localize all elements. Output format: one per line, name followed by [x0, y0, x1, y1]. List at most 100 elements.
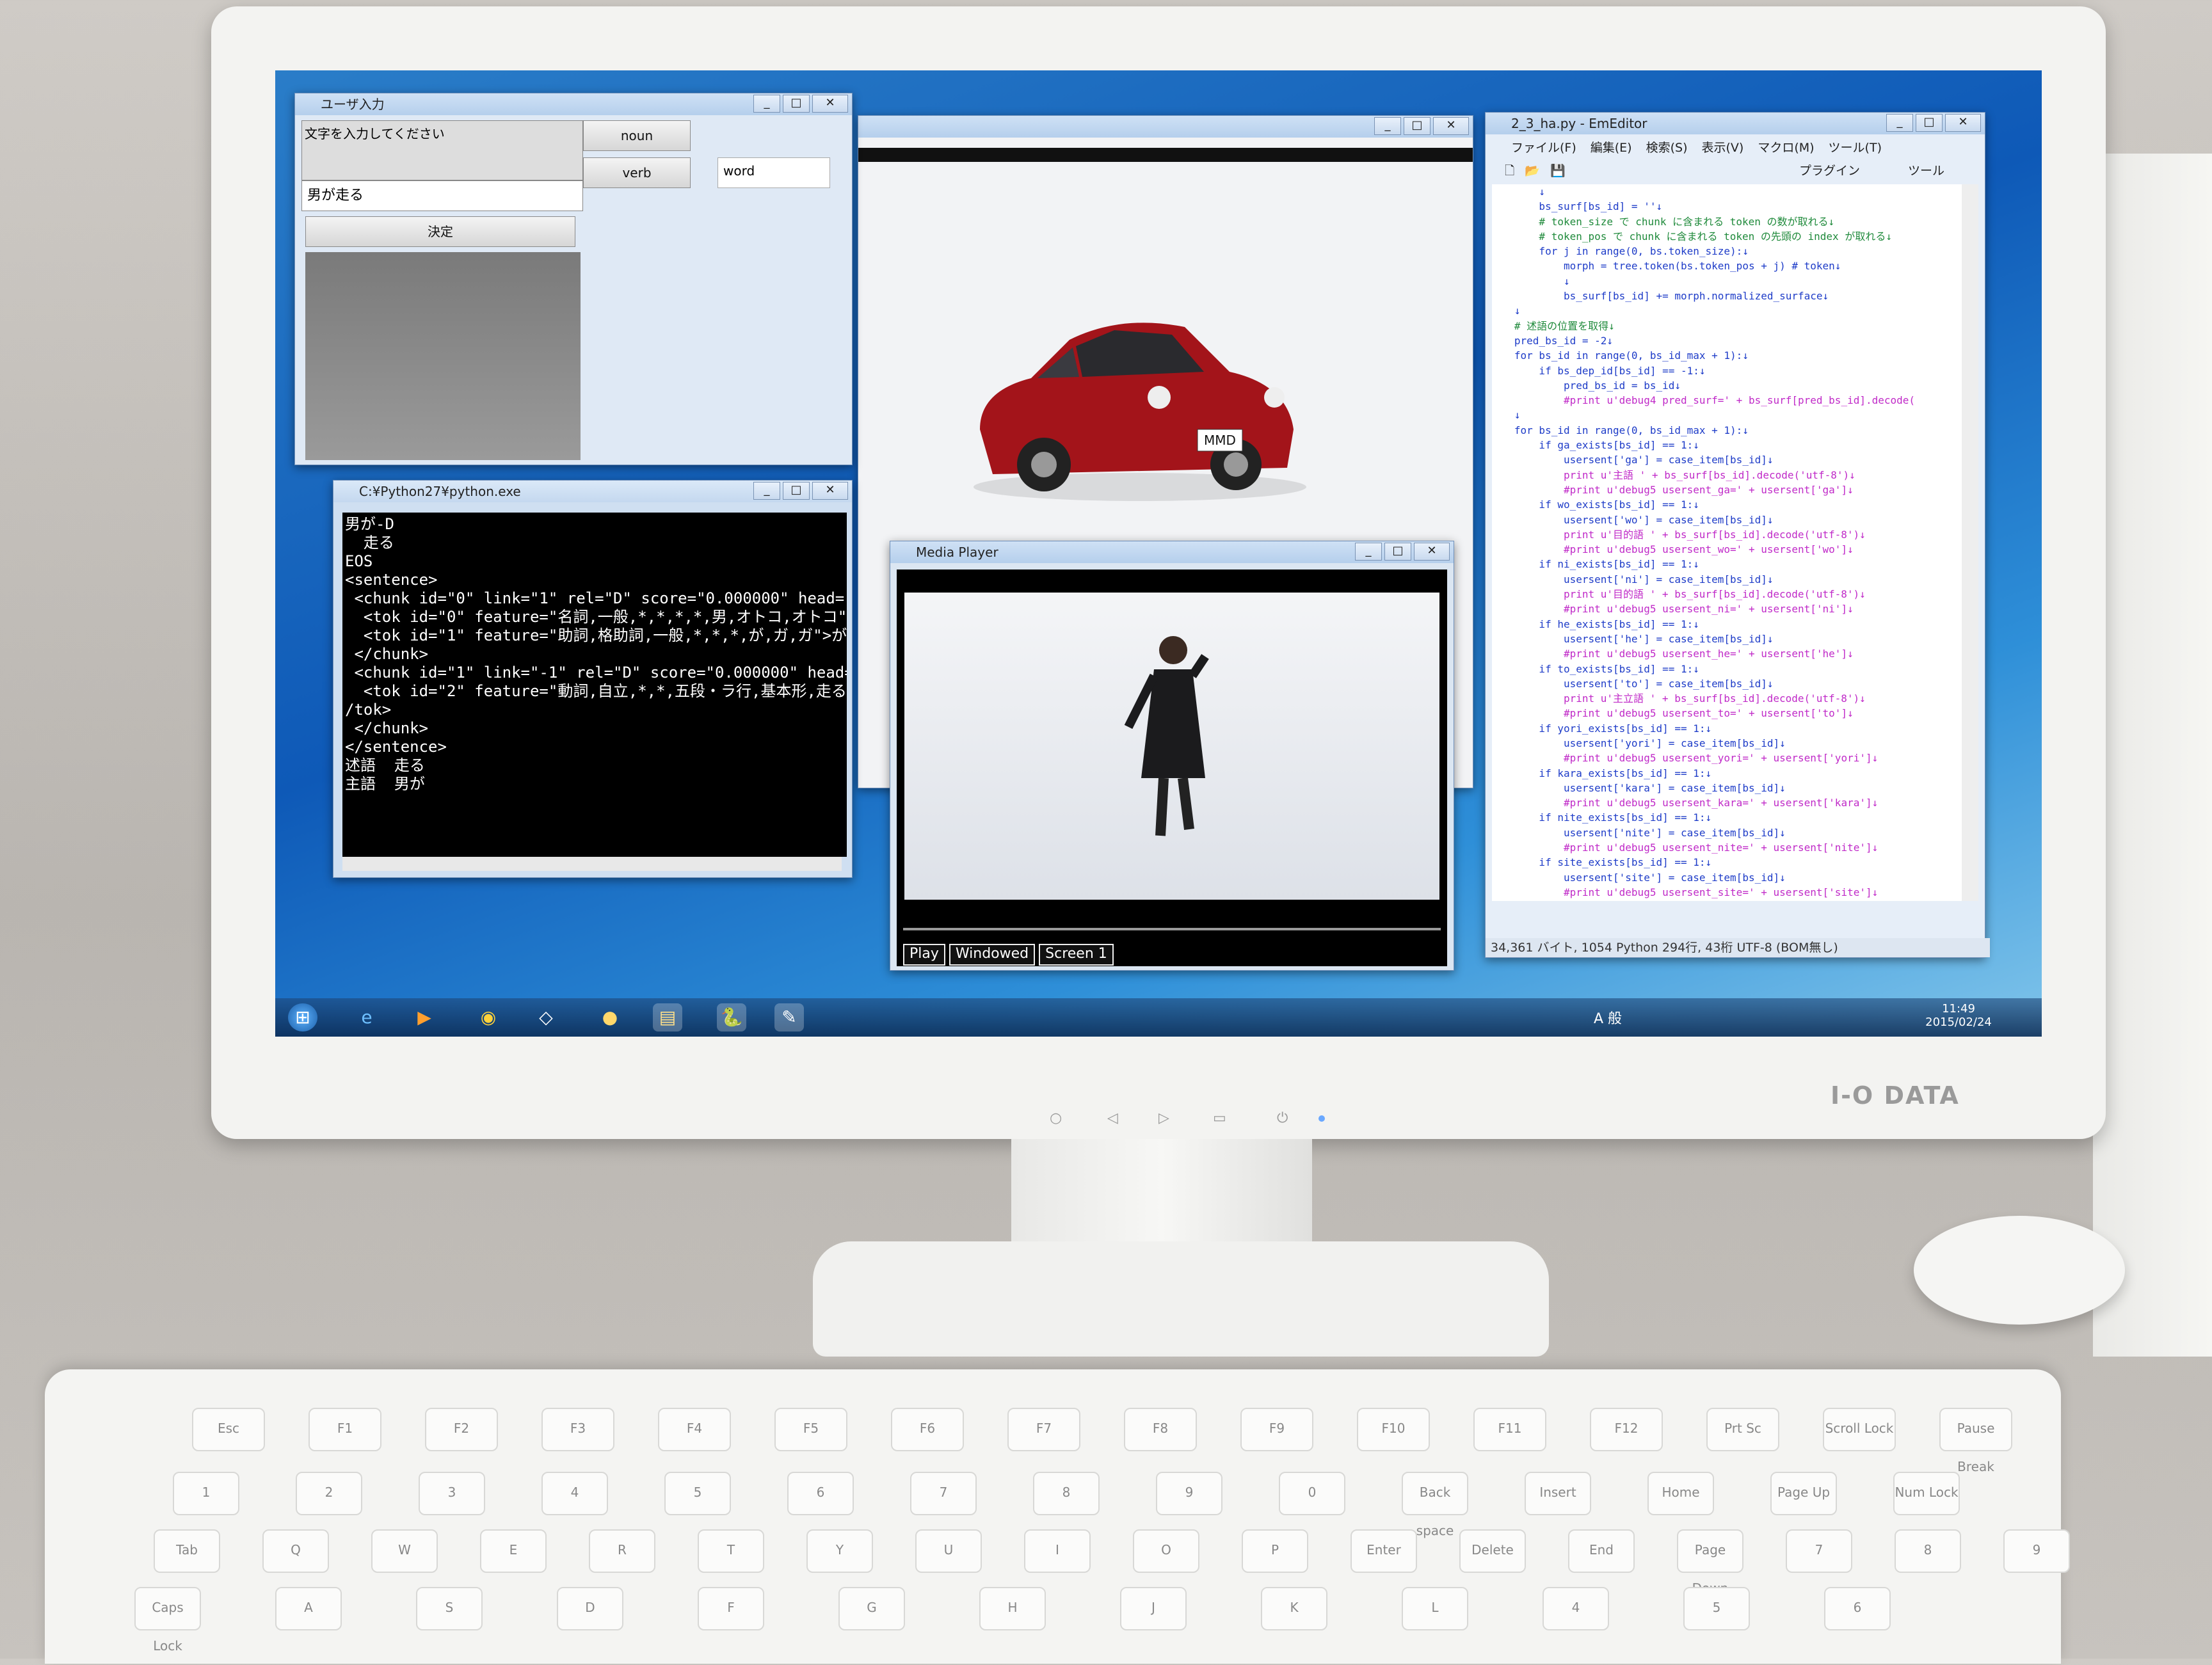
key[interactable]: F4 [658, 1408, 731, 1451]
open-folder-icon[interactable]: 📂 [1525, 164, 1540, 178]
clock[interactable]: 11:49 2015/02/24 [1920, 1002, 1997, 1029]
key[interactable]: F5 [774, 1408, 847, 1451]
key[interactable]: End [1568, 1529, 1635, 1573]
key[interactable]: Page Up [1770, 1472, 1837, 1515]
maximize-icon[interactable]: □ [1384, 543, 1411, 561]
editor-vscrollbar[interactable] [1962, 184, 1978, 901]
close-icon[interactable]: ✕ [812, 482, 848, 500]
key[interactable]: F9 [1240, 1408, 1313, 1451]
key[interactable]: F [698, 1587, 764, 1630]
key[interactable]: P [1242, 1529, 1308, 1573]
key[interactable]: A [275, 1587, 342, 1630]
python-icon[interactable]: 🐍 [717, 1003, 746, 1032]
key[interactable]: 3 [419, 1472, 485, 1515]
minimize-icon[interactable]: _ [1886, 114, 1913, 132]
key[interactable]: Y [806, 1529, 873, 1573]
playback-seekbar[interactable] [903, 928, 1441, 930]
key[interactable]: 5 [1683, 1587, 1750, 1630]
key[interactable]: 6 [1824, 1587, 1891, 1630]
key[interactable]: F1 [309, 1408, 381, 1451]
key[interactable]: H [979, 1587, 1046, 1630]
key[interactable]: F10 [1357, 1408, 1430, 1451]
key[interactable]: 5 [664, 1472, 731, 1515]
maximize-icon[interactable]: □ [1404, 117, 1431, 135]
submit-button[interactable]: 決定 [305, 216, 575, 247]
monitor-input-button-icon[interactable]: ▭ [1213, 1110, 1226, 1126]
windowed-button[interactable]: Windowed [949, 944, 1036, 966]
key[interactable]: R [589, 1529, 655, 1573]
key[interactable]: F12 [1590, 1408, 1663, 1451]
close-icon[interactable]: ✕ [812, 95, 848, 113]
app-icon[interactable]: ● [595, 1003, 625, 1032]
monitor-power-button-icon[interactable]: ○ [1050, 1110, 1062, 1126]
key[interactable]: 0 [1279, 1472, 1345, 1515]
key[interactable]: F2 [425, 1408, 498, 1451]
key[interactable]: Caps Lock [134, 1587, 201, 1653]
explorer-icon[interactable]: ▤ [653, 1003, 682, 1032]
key[interactable]: Delete [1459, 1529, 1526, 1573]
word-field[interactable]: word [717, 157, 830, 188]
play-button[interactable]: Play [903, 944, 945, 966]
ie-icon[interactable]: e [352, 1003, 381, 1032]
key[interactable]: L [1402, 1587, 1468, 1630]
editor-menu-item[interactable]: 表示(V) [1702, 138, 1744, 157]
key[interactable]: 6 [787, 1472, 854, 1515]
noun-button[interactable]: noun [583, 120, 691, 151]
minimize-icon[interactable]: _ [753, 482, 780, 500]
ime-indicator[interactable]: A 般 [1594, 1007, 1622, 1028]
key[interactable]: E [480, 1529, 547, 1573]
editor-menu-item[interactable]: 編集(E) [1591, 138, 1632, 157]
minimize-icon[interactable]: _ [753, 95, 780, 113]
key[interactable]: Prt Sc [1706, 1408, 1779, 1451]
monitor-right-button-icon[interactable]: ▷ [1158, 1110, 1169, 1126]
mouse[interactable] [1914, 1216, 2125, 1325]
code-editor[interactable]: ↓ bs_surf[bs_id] = ''↓ # token_size で ch… [1492, 184, 1963, 901]
close-icon[interactable]: ✕ [1433, 117, 1469, 135]
key[interactable]: D [557, 1587, 623, 1630]
key[interactable]: Tab [154, 1529, 220, 1573]
key[interactable]: G [838, 1587, 905, 1630]
key[interactable]: Page Down [1677, 1529, 1743, 1596]
key[interactable]: 9 [2003, 1529, 2070, 1573]
monitor-left-button-icon[interactable]: ◁ [1107, 1110, 1118, 1126]
key[interactable]: 7 [1786, 1529, 1852, 1573]
start-button-icon[interactable]: ⊞ [288, 1003, 317, 1032]
key[interactable]: 8 [1033, 1472, 1100, 1515]
maximize-icon[interactable]: □ [783, 482, 810, 500]
editor-taskbar-icon[interactable]: ✎ [774, 1003, 804, 1032]
close-icon[interactable]: ✕ [1945, 114, 1981, 132]
editor-menu-item[interactable]: ツール(T) [1829, 138, 1882, 157]
key[interactable]: Scroll Lock [1823, 1408, 1896, 1451]
screen-button[interactable]: Screen 1 [1039, 944, 1114, 966]
media-icon[interactable]: ▶ [410, 1003, 439, 1032]
maximize-icon[interactable]: □ [1916, 114, 1943, 132]
key[interactable]: 1 [173, 1472, 239, 1515]
plugin-menu[interactable]: プラグイン [1799, 160, 1860, 182]
key[interactable]: 4 [541, 1472, 608, 1515]
monitor-menu-button-icon[interactable]: ⏻ [1277, 1110, 1288, 1126]
key[interactable]: T [698, 1529, 764, 1573]
close-icon[interactable]: ✕ [1414, 543, 1450, 561]
key[interactable]: O [1133, 1529, 1199, 1573]
verb-button[interactable]: verb [583, 157, 691, 188]
key[interactable]: F8 [1124, 1408, 1197, 1451]
key[interactable]: 8 [1895, 1529, 1961, 1573]
key[interactable]: Num Lock [1893, 1472, 1960, 1515]
editor-menu-item[interactable]: 検索(S) [1646, 138, 1688, 157]
key[interactable]: 2 [296, 1472, 362, 1515]
key[interactable]: J [1120, 1587, 1187, 1630]
key[interactable]: U [915, 1529, 982, 1573]
key[interactable]: Back space [1402, 1472, 1468, 1538]
key[interactable]: Esc [192, 1408, 265, 1451]
tool-menu[interactable]: ツール [1908, 160, 1944, 182]
key[interactable]: 4 [1543, 1587, 1609, 1630]
key[interactable]: Pause Break [1939, 1408, 2012, 1474]
key[interactable]: K [1261, 1587, 1327, 1630]
key[interactable]: Q [262, 1529, 329, 1573]
editor-menu-item[interactable]: マクロ(M) [1758, 138, 1814, 157]
new-file-icon[interactable]: 🗋 [1505, 164, 1514, 178]
key[interactable]: Insert [1525, 1472, 1591, 1515]
key[interactable]: 9 [1156, 1472, 1222, 1515]
unity-icon[interactable]: ◇ [531, 1003, 561, 1032]
maximize-icon[interactable]: □ [783, 95, 810, 113]
